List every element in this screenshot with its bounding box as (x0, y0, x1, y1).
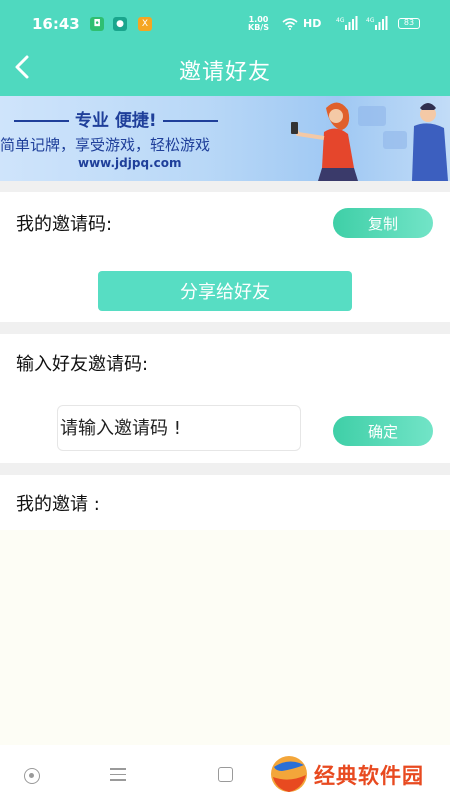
confirm-button[interactable]: 确定 (333, 416, 433, 446)
signal-icon: 4G (336, 16, 358, 30)
header-bar: 邀请好友 (0, 38, 450, 96)
banner-illustration (291, 102, 448, 181)
svg-text:4G: 4G (366, 17, 375, 24)
nav-menu-icon[interactable] (110, 768, 126, 782)
hd-indicator: HD (303, 17, 322, 30)
copy-button[interactable]: 复制 (333, 208, 433, 238)
section-divider (0, 181, 450, 192)
banner-tagline: 简单记牌，享受游戏，轻松游戏 (0, 136, 211, 154)
network-speed: 1.00 KB/S (248, 15, 269, 32)
my-invite-code-label: 我的邀请码: (16, 214, 113, 235)
enter-friend-code-label: 输入好友邀请码: (16, 354, 149, 375)
battery-icon: 83 (398, 18, 420, 29)
svg-text:4G: 4G (336, 17, 345, 24)
watermark-text: 经典软件园 (314, 764, 424, 788)
invite-code-input[interactable] (57, 405, 301, 451)
nav-circle-icon[interactable] (24, 768, 40, 784)
notification-chat-icon: ● (113, 17, 127, 31)
invite-list (0, 530, 450, 745)
notification-app-icon: ◘ (90, 17, 104, 31)
status-bar: 16:43 ◘ ● X 1.00 KB/S HD 4G 4G 83 (0, 0, 450, 38)
page-title: 邀请好友 (178, 60, 271, 85)
section-divider (0, 463, 450, 475)
status-time: 16:43 (32, 15, 80, 33)
my-invites-label: 我的邀请 : (16, 494, 100, 515)
signal-icon: 4G (366, 16, 388, 30)
banner-url: www.jdjpq.com (78, 156, 182, 170)
wifi-icon (282, 18, 298, 30)
banner-slogan: 专业 便捷! (8, 106, 224, 131)
nav-recent-icon[interactable] (218, 767, 233, 782)
promo-banner[interactable]: 专业 便捷! 简单记牌，享受游戏，轻松游戏 www.jdjpq.com (0, 96, 450, 181)
share-to-friend-button[interactable]: 分享给好友 (98, 271, 352, 311)
notification-xi-icon: X (138, 17, 152, 31)
section-divider (0, 322, 450, 334)
watermark-logo-icon (271, 756, 307, 792)
